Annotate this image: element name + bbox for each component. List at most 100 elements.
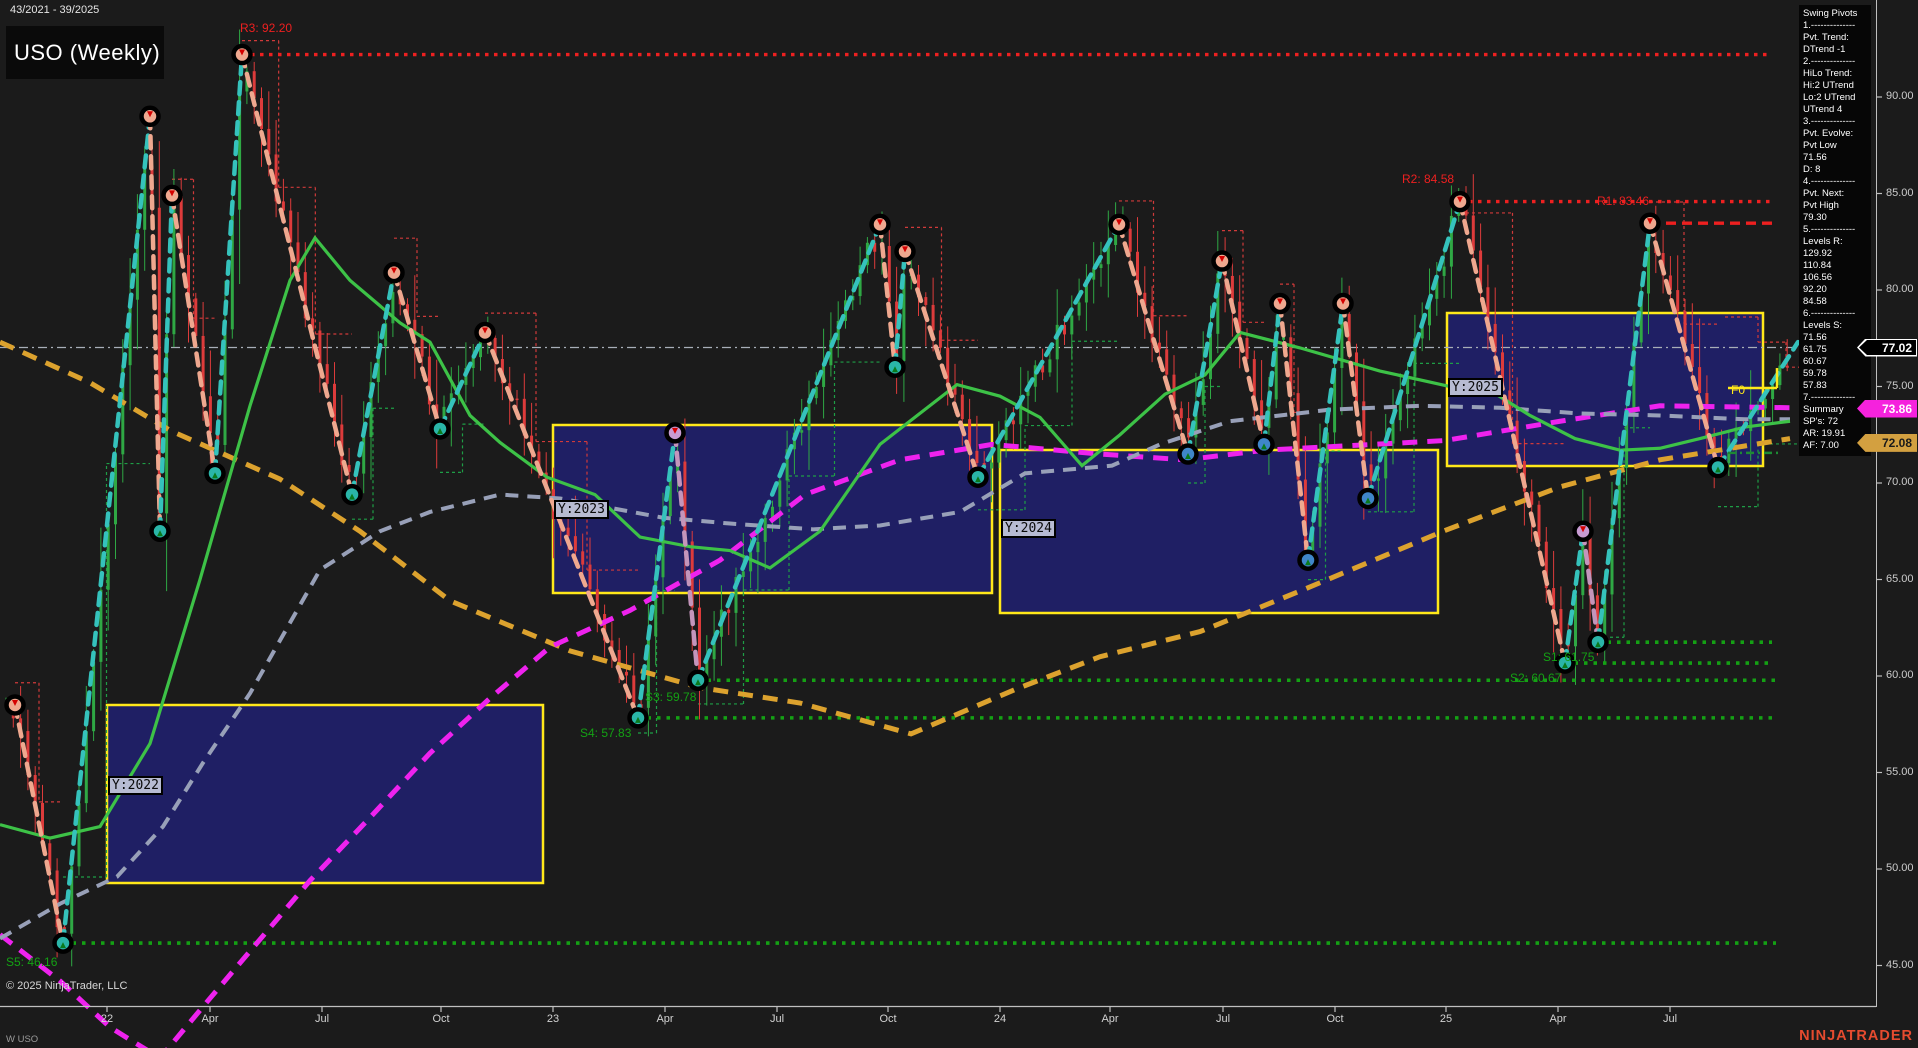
- panel-line: UTrend 4: [1803, 104, 1843, 115]
- price-axis-label: 50.00: [1886, 862, 1914, 874]
- year-box-label: Y:2024: [1001, 519, 1056, 538]
- panel-line: Pvt. Evolve:: [1803, 128, 1854, 139]
- price-axis-label: 60.00: [1886, 669, 1914, 681]
- candle-body: [924, 297, 928, 305]
- time-axis-label: 25: [1439, 1013, 1453, 1025]
- panel-line: 79.30: [1803, 212, 1827, 223]
- year-box-label: Y:2023: [554, 500, 609, 519]
- candle-body: [1128, 228, 1132, 252]
- panel-line: 2.--------------: [1803, 56, 1856, 67]
- time-axis-label: Oct: [1326, 1013, 1344, 1025]
- panel-line: Levels R:: [1803, 236, 1843, 247]
- candle-body: [1785, 365, 1789, 368]
- candle-body: [1165, 349, 1169, 375]
- panel-line: D: 8: [1803, 164, 1821, 175]
- candle-body: [756, 541, 760, 553]
- year-box-label: Y:2022: [108, 776, 163, 795]
- resistance-label-R1: R1: 83.46: [1597, 194, 1650, 208]
- swing-line: [212, 52, 245, 476]
- support-label-S4: S4: 57.83: [580, 726, 632, 740]
- candle-body: [822, 365, 826, 387]
- swing-line: [12, 702, 66, 946]
- candle-body: [515, 398, 519, 401]
- panel-line: Pvt High: [1803, 200, 1839, 211]
- chart-canvas[interactable]: [0, 0, 1918, 1048]
- candle-body: [325, 364, 329, 384]
- swing-line: [877, 222, 898, 370]
- panel-line: Swing Pivots: [1803, 8, 1858, 19]
- panel-line: 3.--------------: [1803, 116, 1856, 127]
- swing-line: [1116, 222, 1191, 457]
- time-axis-label: Apr: [656, 1013, 674, 1025]
- price-tag-value: 72.08: [1881, 435, 1912, 450]
- candle-body: [1209, 333, 1212, 380]
- candle-body: [749, 552, 753, 572]
- swing-line: [1219, 258, 1267, 447]
- candle-body: [581, 551, 585, 565]
- price-axis-label: 80.00: [1886, 283, 1914, 295]
- time-axis-label: Oct: [432, 1013, 450, 1025]
- candle-body: [1077, 302, 1081, 316]
- candle-body: [1442, 266, 1446, 276]
- time-axis-label: Oct: [879, 1013, 897, 1025]
- candle-body: [1282, 337, 1285, 340]
- candle-body: [128, 299, 132, 366]
- candle-body: [1647, 241, 1650, 294]
- resistance-label-R3: R3: 92.20: [240, 21, 293, 35]
- time-axis-label: Apr: [1549, 1013, 1567, 1025]
- candle-body: [187, 255, 190, 299]
- copyright-text: © 2025 NinjaTrader, LLC: [6, 980, 128, 992]
- f0-label: F0: [1731, 383, 1746, 397]
- instrument-label: W USO: [6, 1034, 39, 1045]
- candle-body: [1274, 339, 1278, 400]
- candle-body: [625, 671, 628, 676]
- time-axis-label: Jul: [1215, 1013, 1231, 1025]
- panel-line: 60.67: [1803, 356, 1827, 367]
- ninjatrader-chart-window: 43/2021 - 39/2025 USO (Weekly) Swing Piv…: [0, 0, 1918, 1048]
- price-marker-72.08: 72.08: [1857, 433, 1917, 452]
- time-axis-label: 22: [100, 1013, 114, 1025]
- candle-body: [975, 450, 979, 463]
- candle-body: [333, 383, 336, 425]
- support-label-S2: S2: 60.67: [1510, 671, 1562, 685]
- swing-line: [349, 270, 397, 497]
- ninjatrader-logo: NINJATRADER: [1799, 1028, 1913, 1044]
- panel-line: HiLo Trend:: [1803, 68, 1853, 79]
- chart-title: USO (Weekly): [14, 39, 161, 65]
- panel-line: Lo:2 UTrend: [1803, 92, 1856, 103]
- year-box: [105, 703, 545, 885]
- candle-body: [1230, 275, 1234, 302]
- candle-body: [990, 462, 993, 469]
- panel-line: 84.58: [1803, 296, 1827, 307]
- panel-line: 71.56: [1803, 152, 1827, 163]
- panel-line: 6.--------------: [1803, 308, 1856, 319]
- price-axis-label: 70.00: [1886, 476, 1914, 488]
- price-axis-label: 55.00: [1886, 765, 1914, 778]
- candle-body: [1705, 393, 1709, 437]
- panel-line: Pvt Low: [1803, 140, 1837, 151]
- time-axis-label: Jul: [1662, 1013, 1678, 1025]
- candle-body: [208, 396, 212, 434]
- candle-body: [588, 564, 592, 590]
- swing-line: [975, 222, 1122, 480]
- candle-body: [946, 347, 950, 387]
- candle-body: [573, 536, 577, 552]
- candle-body: [1252, 359, 1256, 401]
- candle-body: [1070, 315, 1074, 335]
- time-axis-label: Jul: [314, 1013, 330, 1025]
- time-axis-label: Jul: [769, 1013, 785, 1025]
- candle-body: [938, 330, 942, 348]
- candle-body: [683, 461, 687, 542]
- candle-body: [1099, 264, 1103, 269]
- candle-body: [1676, 290, 1680, 312]
- resistance-label-R2: R2: 84.58: [1402, 172, 1455, 186]
- chart-title-box: USO (Weekly): [6, 26, 164, 79]
- panel-line: 92.20: [1803, 284, 1827, 295]
- panel-line: 129.92: [1803, 248, 1833, 259]
- candle-body: [1048, 359, 1052, 373]
- panel-line: SP's: 72: [1803, 416, 1839, 427]
- time-axis-label: 23: [546, 1013, 560, 1025]
- panel-line: Hi:2 UTrend: [1803, 80, 1854, 91]
- candle-body: [763, 517, 767, 542]
- support-label-S3: S3: 59.78: [645, 690, 697, 704]
